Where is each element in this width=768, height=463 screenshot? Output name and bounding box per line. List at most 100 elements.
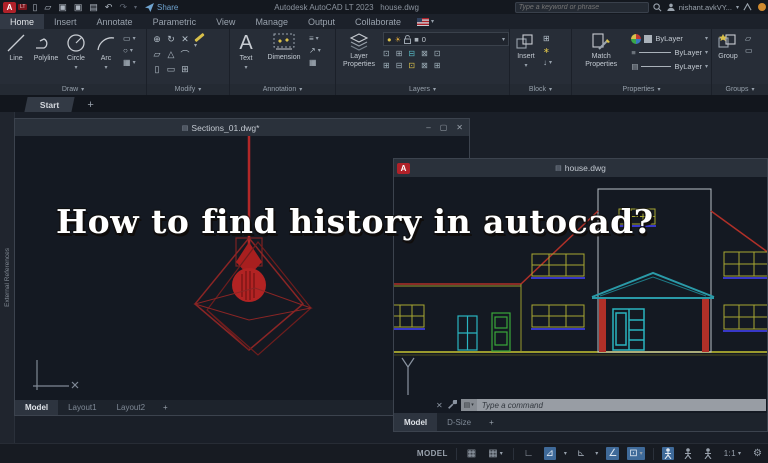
text-button[interactable]: A Text ▾ xyxy=(233,32,259,71)
arc-button[interactable]: Arc ▾ xyxy=(93,32,119,71)
open-file-icon[interactable]: ▱ xyxy=(44,2,51,13)
notification-icon[interactable] xyxy=(758,3,766,11)
leader-tool[interactable]: ≡ ▾ xyxy=(309,34,321,43)
layers-panel-label[interactable]: Layers ▾ xyxy=(336,84,509,95)
match-properties-button[interactable]: Match Properties xyxy=(575,32,627,68)
polyline-button[interactable]: Polyline xyxy=(33,32,59,63)
tab-view[interactable]: View xyxy=(206,14,245,29)
layer-properties-button[interactable]: Layer Properties xyxy=(339,32,379,68)
groups-panel-label[interactable]: Groups ▾ xyxy=(712,84,768,95)
table-tool[interactable]: ▦ xyxy=(309,58,321,67)
customize-wrench-icon[interactable] xyxy=(447,400,457,410)
model-space-label[interactable]: MODEL xyxy=(417,449,448,458)
move-icon[interactable]: ⊕ xyxy=(153,34,161,45)
autocad-logo-icon[interactable]: A xyxy=(3,1,16,13)
command-input[interactable] xyxy=(476,400,766,410)
layer-tool-icon[interactable]: ⊠ xyxy=(421,61,428,70)
tab-start[interactable]: Start xyxy=(24,97,75,112)
ortho-toggle[interactable]: ∟ xyxy=(522,447,536,460)
object-color-dropdown[interactable]: ByLayer ▾ xyxy=(631,32,708,45)
minimize-button[interactable]: – xyxy=(426,123,430,132)
layer-tool-icon[interactable]: ⊞ xyxy=(383,61,390,70)
search-box[interactable] xyxy=(514,1,649,13)
ungroup-tool[interactable]: ▱ xyxy=(745,34,753,43)
tab-layout2[interactable]: Layout2 xyxy=(107,400,155,415)
layer-tool-icon[interactable]: ⊠ xyxy=(421,49,428,58)
share-button[interactable]: Share xyxy=(145,2,178,12)
layer-tool-icon[interactable]: ⊡ xyxy=(383,49,390,58)
polar-caret-icon[interactable]: ▾ xyxy=(564,450,567,457)
tab-parametric[interactable]: Parametric xyxy=(143,14,207,29)
layer-tool-icon[interactable]: ⊞ xyxy=(434,61,441,70)
trim-icon[interactable]: ✕ xyxy=(181,34,189,45)
command-menu-icon[interactable]: ▤ ▾ xyxy=(460,399,477,411)
tab-annotate[interactable]: Annotate xyxy=(87,14,143,29)
house-title-bar[interactable]: A ▤ house.dwg xyxy=(394,159,767,177)
sections-title-bar[interactable]: ▤ Sections_01.dwg* – ▢ ✕ xyxy=(15,119,469,136)
annotation-scale-person[interactable] xyxy=(702,447,714,460)
tab-collaborate[interactable]: Collaborate xyxy=(345,14,411,29)
rotate-icon[interactable]: ↻ xyxy=(167,34,175,45)
search-icon[interactable] xyxy=(653,2,662,12)
tab-model[interactable]: Model xyxy=(15,400,59,415)
stretch-icon[interactable]: ▯ xyxy=(155,64,160,75)
customization-button[interactable]: ⚙ xyxy=(751,447,764,460)
insert-block-button[interactable]: Insert ▾ xyxy=(513,32,539,69)
circle-button[interactable]: Circle ▾ xyxy=(63,32,89,71)
tab-insert[interactable]: Insert xyxy=(44,14,87,29)
add-layout-button-house[interactable]: + xyxy=(481,413,502,431)
lineweight-dropdown[interactable]: ≡ ByLayer ▾ xyxy=(631,46,708,59)
undo-icon[interactable]: ↶ xyxy=(105,2,113,13)
ellipse-tool[interactable]: ○ ▾ xyxy=(123,46,136,55)
new-file-icon[interactable]: ▯ xyxy=(32,2,37,13)
isodraft-caret-icon[interactable]: ▾ xyxy=(595,450,598,457)
autoscale-toggle[interactable] xyxy=(682,447,694,460)
command-bar[interactable]: ▤ ▾ xyxy=(460,399,766,411)
mleader-tool[interactable]: ↗ ▾ xyxy=(309,46,321,55)
annotation-scale-dropdown[interactable]: 1:1 ▾ xyxy=(722,448,743,459)
locale-flag-menu[interactable]: ▾ xyxy=(417,14,434,29)
grid-toggle[interactable]: ▦ xyxy=(465,447,478,460)
layer-tool-icon[interactable]: ⊞ xyxy=(396,49,403,58)
layer-tool-icon[interactable]: ⊡ xyxy=(408,61,415,70)
hatch-tool[interactable]: ▦ ▾ xyxy=(123,58,136,67)
layer-tool-icon[interactable]: ⊟ xyxy=(396,61,403,70)
block-editor-tool[interactable]: ↓ ▾ xyxy=(543,58,552,67)
block-panel-label[interactable]: Block ▾ xyxy=(510,84,571,95)
create-block-tool[interactable]: ⊞ xyxy=(543,34,552,43)
tab-manage[interactable]: Manage xyxy=(245,14,298,29)
tab-layout1[interactable]: Layout1 xyxy=(58,400,106,415)
redo-icon[interactable]: ↷ xyxy=(119,2,127,13)
fillet-icon[interactable]: ⌒ xyxy=(180,48,189,61)
add-layout-button[interactable]: + xyxy=(155,400,176,415)
modify-caret-icon[interactable]: ▾ xyxy=(194,42,205,49)
line-button[interactable]: Line xyxy=(3,32,29,63)
qat-dropdown-icon[interactable]: ▾ xyxy=(134,4,137,11)
scale-icon[interactable]: ▭ xyxy=(167,64,176,75)
tab-model-house[interactable]: Model xyxy=(394,413,438,431)
layer-tool-icon[interactable]: ⊡ xyxy=(434,49,441,58)
plot-icon[interactable]: ▤ xyxy=(89,2,98,13)
attribute-tool[interactable]: ∗ xyxy=(543,46,552,55)
search-input[interactable] xyxy=(515,3,648,11)
group-button[interactable]: Group xyxy=(715,32,741,61)
snap-toggle[interactable]: ▦ ▾ xyxy=(486,447,504,460)
annotation-panel-label[interactable]: Annotation ▾ xyxy=(230,84,335,95)
layer-dropdown[interactable]: ● ☀ ■ 0 ▾ xyxy=(383,32,509,46)
copy-icon[interactable]: ▱ xyxy=(154,49,161,60)
tab-output[interactable]: Output xyxy=(298,14,345,29)
layer-tool-icon[interactable]: ⊟ xyxy=(408,49,415,58)
account-menu[interactable]: nishant.avkVY... ▾ xyxy=(667,3,739,12)
properties-panel-label[interactable]: Properties ▾ xyxy=(572,84,711,95)
save-icon[interactable]: ▣ xyxy=(58,2,67,13)
object-snap-toggle[interactable]: ⊡ ▾ xyxy=(627,447,645,460)
draw-panel-label[interactable]: Draw ▾ xyxy=(0,84,146,95)
mirror-icon[interactable]: △ xyxy=(168,49,175,60)
save-as-icon[interactable]: ▣ xyxy=(74,2,83,13)
modify-panel-label[interactable]: Modify ▾ xyxy=(147,84,229,95)
dimension-button[interactable]: Dimension xyxy=(263,32,305,62)
tab-d-size[interactable]: D-Size xyxy=(437,413,481,431)
isodraft-toggle[interactable]: ⊾ xyxy=(575,447,587,460)
new-drawing-tab-button[interactable]: + xyxy=(87,97,93,112)
object-snap-tracking-toggle[interactable]: ∠ xyxy=(606,447,620,460)
